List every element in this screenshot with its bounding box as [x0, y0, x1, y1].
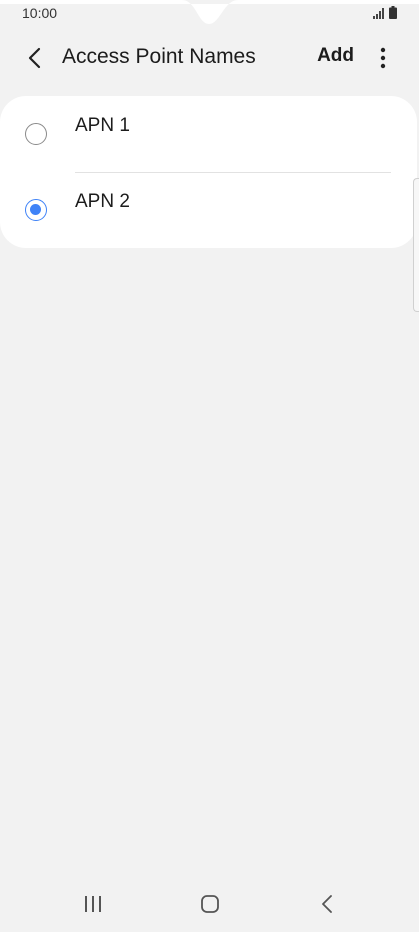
- recents-button[interactable]: [78, 890, 108, 918]
- page-title: Access Point Names: [62, 45, 256, 68]
- recents-icon: [85, 896, 101, 912]
- battery-icon: [389, 6, 397, 19]
- app-bar: Access Point Names Add: [0, 30, 419, 86]
- back-button[interactable]: [18, 42, 50, 74]
- home-icon: [201, 895, 219, 913]
- more-vertical-icon: [380, 47, 386, 69]
- scrollbar[interactable]: [413, 178, 419, 312]
- back-arrow-icon: [28, 47, 41, 69]
- signal-icon: [373, 8, 384, 19]
- more-options-button[interactable]: [369, 42, 397, 74]
- status-bar: 10:00: [0, 0, 419, 30]
- status-icons: [373, 6, 397, 19]
- status-time: 10:00: [22, 5, 58, 21]
- apn-list: APN 1 APN 2: [0, 96, 417, 248]
- apn-item-2[interactable]: APN 2: [0, 172, 417, 248]
- back-icon: [322, 895, 332, 913]
- apn-item-1[interactable]: APN 1: [0, 96, 417, 172]
- nav-back-button[interactable]: [312, 890, 342, 918]
- radio-button-selected[interactable]: [25, 199, 47, 221]
- apn-label: APN 2: [75, 191, 130, 212]
- status-bar-background: [0, 0, 419, 30]
- home-button[interactable]: [195, 890, 225, 918]
- add-button[interactable]: Add: [317, 45, 354, 67]
- radio-button-unselected[interactable]: [25, 123, 47, 145]
- apn-label: APN 1: [75, 115, 130, 136]
- navigation-bar: [0, 876, 419, 932]
